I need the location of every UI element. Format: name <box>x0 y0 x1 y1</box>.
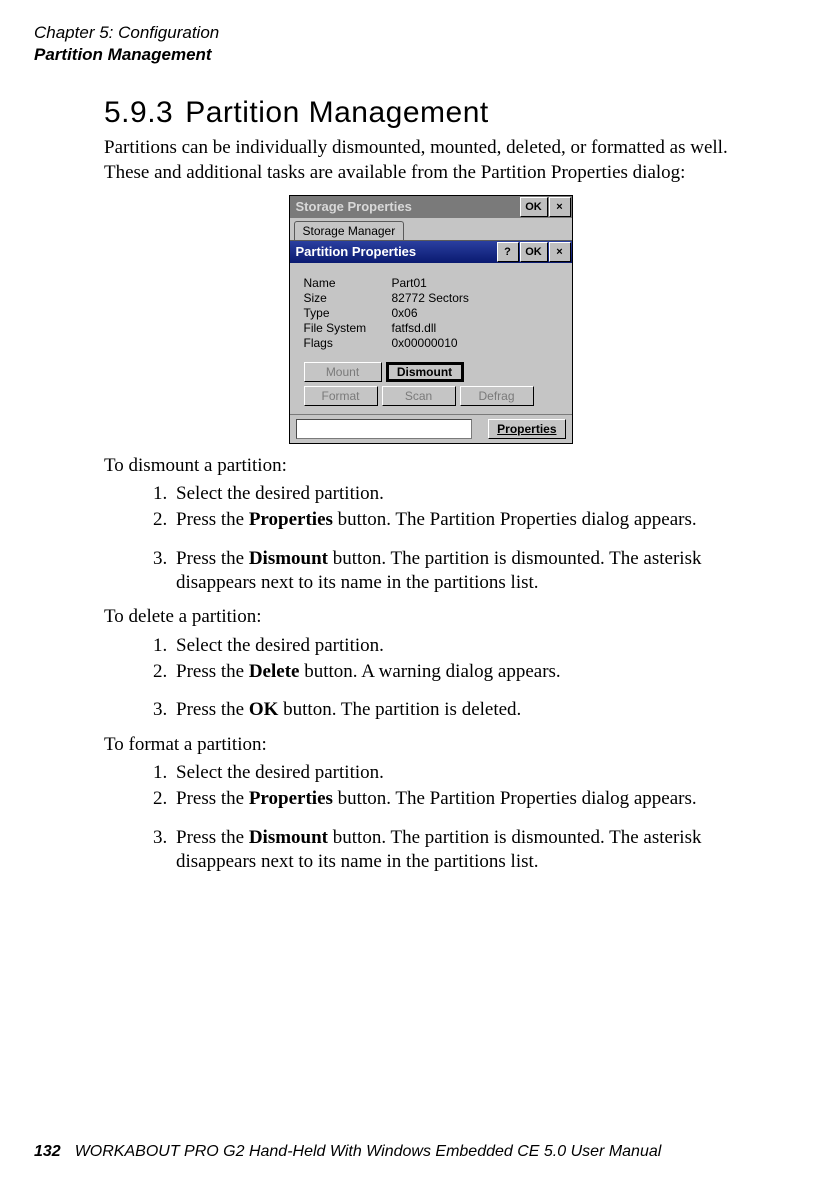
prop-key: Size <box>304 291 392 305</box>
inner-window-title: Partition Properties <box>290 241 497 263</box>
storage-properties-window: Storage Properties OK × Storage Manager … <box>289 195 573 444</box>
prop-key: Type <box>304 306 392 320</box>
prop-row: NamePart01 <box>304 276 562 290</box>
delete-steps: Select the desired partition. Press the … <box>104 634 757 723</box>
delete-lead: To delete a partition: <box>104 605 757 629</box>
footer-book-title: WORKABOUT PRO G2 Hand-Held With Windows … <box>75 1143 662 1160</box>
prop-key: Flags <box>304 336 392 350</box>
prop-row: File Systemfatfsd.dll <box>304 321 562 335</box>
list-item: Select the desired partition. <box>172 482 757 506</box>
dismount-button[interactable]: Dismount <box>386 362 464 382</box>
format-button[interactable]: Format <box>304 386 378 406</box>
partition-properties-dialog: Partition Properties ? OK × NamePart01 S… <box>290 240 572 414</box>
list-item: Press the OK button. The partition is de… <box>172 698 757 722</box>
scan-button[interactable]: Scan <box>382 386 456 406</box>
dismount-lead: To dismount a partition: <box>104 454 757 478</box>
outer-close-button[interactable]: × <box>549 197 571 217</box>
list-item: Press the Properties button. The Partiti… <box>172 508 757 532</box>
prop-val: 0x06 <box>392 306 418 320</box>
prop-key: Name <box>304 276 392 290</box>
prop-row: Size82772 Sectors <box>304 291 562 305</box>
section-intro: Partitions can be individually dismounte… <box>104 136 757 185</box>
mount-button[interactable]: Mount <box>304 362 382 382</box>
prop-val: 82772 Sectors <box>392 291 469 305</box>
section-number: 5.9.3 <box>104 96 173 129</box>
list-item: Press the Dismount button. The partition… <box>172 826 757 875</box>
tab-strip: Storage Manager <box>290 218 572 240</box>
page-number: 132 <box>34 1143 61 1160</box>
page-footer: 132 WORKABOUT PRO G2 Hand-Held With Windo… <box>0 1143 815 1161</box>
button-row-1: Mount Dismount <box>304 362 562 382</box>
prop-row: Type0x06 <box>304 306 562 320</box>
defrag-button[interactable]: Defrag <box>460 386 534 406</box>
inner-close-button[interactable]: × <box>549 242 571 262</box>
list-item: Press the Properties button. The Partiti… <box>172 787 757 811</box>
inner-titlebar: Partition Properties ? OK × <box>290 241 572 263</box>
prop-val: Part01 <box>392 276 427 290</box>
chapter-line: Chapter 5: Configuration <box>34 22 757 44</box>
outer-ok-button[interactable]: OK <box>520 197 548 217</box>
content-column: 5.9.3 Partition Management Partitions can… <box>104 96 757 874</box>
topic-line: Partition Management <box>34 44 757 66</box>
outer-window-title: Storage Properties <box>290 196 520 218</box>
partition-list-field[interactable] <box>296 419 473 439</box>
prop-row: Flags0x00000010 <box>304 336 562 350</box>
outer-titlebar: Storage Properties OK × <box>290 196 572 218</box>
screenshot-figure: Storage Properties OK × Storage Manager … <box>104 195 757 444</box>
properties-button[interactable]: Properties <box>488 419 565 439</box>
section-title-text: Partition Management <box>185 96 489 129</box>
list-item: Select the desired partition. <box>172 761 757 785</box>
properties-body: NamePart01 Size82772 Sectors Type0x06 Fi… <box>290 263 572 414</box>
prop-val: 0x00000010 <box>392 336 458 350</box>
outer-bottom-strip: Properties <box>290 414 572 443</box>
list-item: Select the desired partition. <box>172 634 757 658</box>
dismount-steps: Select the desired partition. Press the … <box>104 482 757 595</box>
list-item: Press the Delete button. A warning dialo… <box>172 660 757 684</box>
list-item: Press the Dismount button. The partition… <box>172 547 757 596</box>
inner-ok-button[interactable]: OK <box>520 242 548 262</box>
inner-help-button[interactable]: ? <box>497 242 519 262</box>
format-lead: To format a partition: <box>104 733 757 757</box>
section-heading: 5.9.3 Partition Management <box>104 96 757 130</box>
prop-key: File System <box>304 321 392 335</box>
tab-storage-manager[interactable]: Storage Manager <box>294 221 405 240</box>
prop-val: fatfsd.dll <box>392 321 437 335</box>
running-header: Chapter 5: Configuration Partition Manag… <box>34 22 757 66</box>
button-row-2: Format Scan Defrag <box>304 386 562 406</box>
format-steps: Select the desired partition. Press the … <box>104 761 757 874</box>
